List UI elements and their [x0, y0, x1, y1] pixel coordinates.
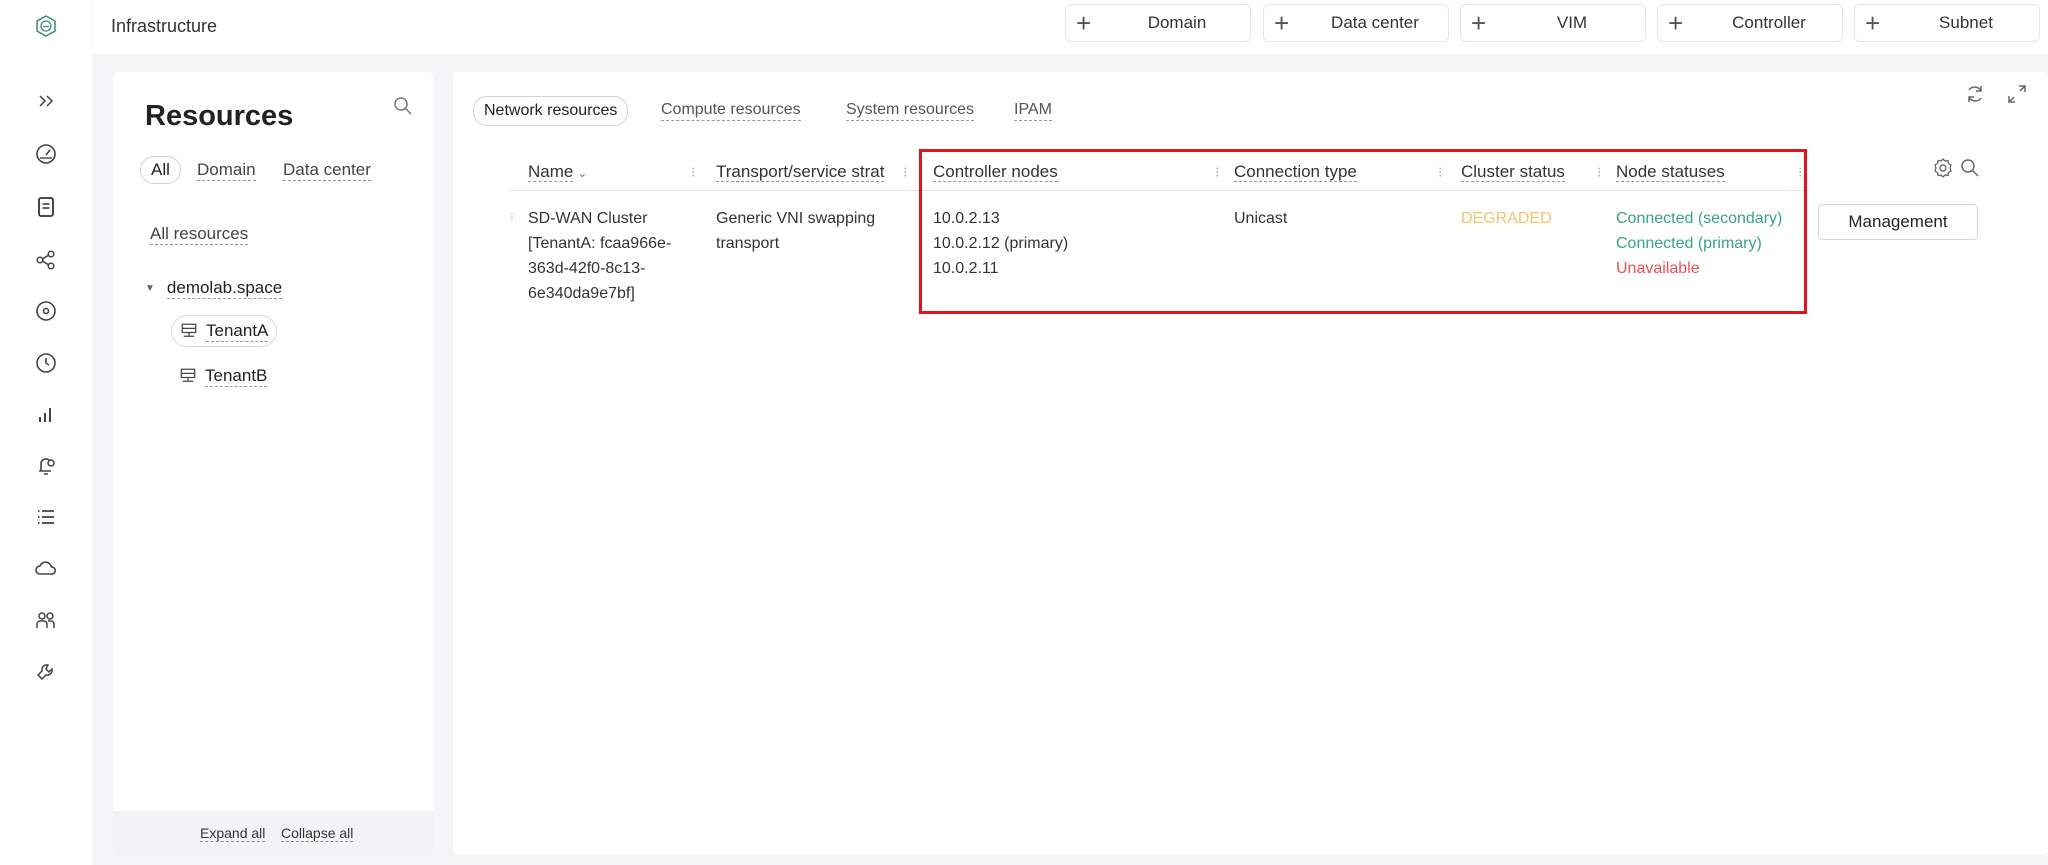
settings-icon[interactable]	[1931, 156, 1955, 180]
column-cluster-status[interactable]: Cluster status	[1461, 162, 1565, 182]
plus-icon: +	[1076, 8, 1092, 38]
column-resize-handle[interactable]: ⁝	[1438, 164, 1442, 181]
column-resize-handle[interactable]: ⁝	[691, 164, 695, 181]
management-button[interactable]: Management	[1818, 204, 1978, 240]
caret-down-icon: ▼	[145, 283, 155, 294]
add-data-center-button[interactable]: + Data center	[1263, 4, 1449, 42]
plus-icon: +	[1865, 8, 1881, 38]
tab-ipam[interactable]: IPAM	[1014, 100, 1052, 121]
filter-domain[interactable]: Domain	[197, 160, 256, 181]
cell-connection-type: Unicast	[1234, 210, 1288, 227]
fullscreen-icon[interactable]	[2005, 82, 2029, 106]
add-domain-button[interactable]: + Domain	[1065, 4, 1251, 42]
nav-rail	[0, 0, 92, 865]
resources-panel: Resources All Domain Data center All res…	[113, 72, 434, 855]
cell-name[interactable]: SD-WAN Cluster [TenantA: fcaa966e- 363d-…	[528, 206, 671, 306]
plus-icon: +	[1471, 8, 1487, 38]
cell-transport: Generic VNI swapping transport	[716, 210, 876, 252]
column-resize-handle[interactable]: ⁝	[1215, 164, 1219, 181]
tree-node-demolab[interactable]: ▼ demolab.space	[145, 278, 283, 299]
column-resize-handle[interactable]: ⁝	[1798, 164, 1802, 181]
expand-icon[interactable]	[32, 87, 60, 115]
status-badge: DEGRADED	[1461, 210, 1552, 227]
cell-cluster-status: DEGRADED	[1461, 206, 1552, 231]
table-search-icon[interactable]	[1958, 156, 1982, 180]
add-vim-button[interactable]: + VIM	[1460, 4, 1646, 42]
chart-icon[interactable]	[32, 401, 60, 429]
users-icon[interactable]	[32, 606, 60, 634]
collapse-all-link[interactable]: Collapse all	[281, 825, 354, 842]
add-subnet-button[interactable]: + Subnet	[1854, 4, 2040, 42]
document-icon[interactable]	[32, 193, 60, 221]
cloud-icon[interactable]	[32, 554, 60, 582]
tenant-icon	[181, 323, 197, 337]
column-resize-handle[interactable]: ⁝	[1597, 164, 1601, 181]
column-controller-nodes[interactable]: Controller nodes	[933, 162, 1058, 182]
resources-footer: Expand all Collapse all	[113, 811, 434, 855]
page-title: Infrastructure	[111, 16, 218, 36]
share-icon[interactable]	[32, 246, 60, 274]
row-drag-handle[interactable]: ⁝	[510, 210, 514, 224]
tab-system-resources[interactable]: System resources	[846, 100, 975, 121]
list-icon[interactable]	[32, 503, 60, 531]
column-resize-handle[interactable]: ⁝	[903, 164, 907, 181]
column-transport[interactable]: Transport/service strat	[716, 162, 885, 182]
cell-node-statuses: Connected (secondary) Connected (primary…	[1616, 210, 1783, 277]
tools-icon[interactable]	[32, 659, 60, 687]
all-resources-link[interactable]: All resources	[150, 224, 249, 245]
sort-icon: ⌄	[577, 166, 588, 180]
alert-icon[interactable]	[32, 451, 60, 479]
add-controller-button[interactable]: + Controller	[1657, 4, 1843, 42]
column-node-statuses[interactable]: Node statuses	[1616, 162, 1725, 182]
filter-all[interactable]: All	[140, 156, 181, 184]
dashboard-icon[interactable]	[32, 140, 60, 168]
top-bar: Infrastructure + Domain + Data center + …	[93, 0, 2048, 54]
clock-icon[interactable]	[32, 349, 60, 377]
header-divider	[509, 190, 1809, 191]
logo-icon[interactable]	[32, 12, 60, 40]
column-connection-type[interactable]: Connection type	[1234, 162, 1357, 182]
tree-item-tenant-a[interactable]: TenantA	[171, 315, 278, 347]
search-icon[interactable]	[391, 94, 417, 120]
main-panel: Network resources Compute resources Syst…	[453, 72, 2048, 855]
filter-data-center[interactable]: Data center	[283, 160, 371, 181]
tree-item-tenant-b[interactable]: TenantB	[171, 360, 275, 392]
tab-compute-resources[interactable]: Compute resources	[661, 100, 801, 121]
cell-controller-nodes: 10.0.2.13 10.0.2.12 (primary) 10.0.2.11	[933, 210, 1069, 277]
tenant-icon	[180, 368, 196, 382]
location-icon[interactable]	[32, 297, 60, 325]
expand-all-link[interactable]: Expand all	[200, 825, 266, 842]
tab-network-resources[interactable]: Network resources	[473, 96, 629, 126]
column-name[interactable]: Name ⌄	[528, 162, 587, 183]
plus-icon: +	[1274, 8, 1290, 38]
resources-title: Resources	[145, 100, 294, 132]
refresh-icon[interactable]	[1963, 82, 1987, 106]
plus-icon: +	[1668, 8, 1684, 38]
